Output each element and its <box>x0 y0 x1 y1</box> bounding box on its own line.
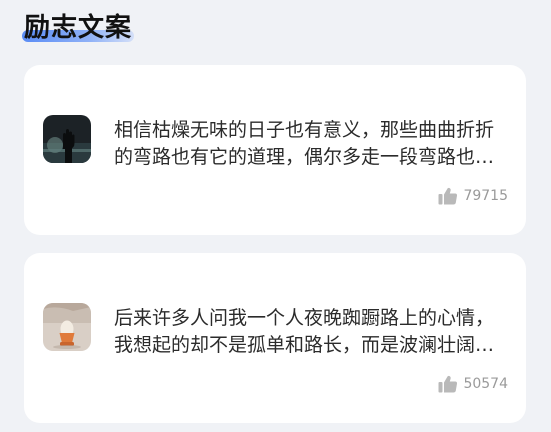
egg-cup-photo-icon <box>43 303 91 351</box>
thumbs-up-icon <box>438 375 458 393</box>
quote-card[interactable]: 相信枯燥无味的日子也有意义，那些曲曲折折的弯路也有它的道理，偶尔多走一段弯路也没… <box>24 65 526 235</box>
quote-text: 后来许多人问我一个人夜晚踟蹰路上的心情，我想起的却不是孤单和路长，而是波澜壮阔的… <box>114 307 495 356</box>
quote-card[interactable]: 后来许多人问我一个人夜晚踟蹰路上的心情，我想起的却不是孤单和路长，而是波澜壮阔的… <box>24 253 526 423</box>
card-thumbnail <box>43 303 91 351</box>
quote-text: 相信枯燥无味的日子也有意义，那些曲曲折折的弯路也有它的道理，偶尔多走一段弯路也没… <box>114 119 495 168</box>
like-count: 50574 <box>463 376 508 392</box>
like-button[interactable]: 50574 <box>438 375 508 393</box>
thumbs-up-icon <box>438 187 458 205</box>
card-thumbnail <box>43 115 91 163</box>
like-button[interactable]: 79715 <box>438 187 508 205</box>
like-count: 79715 <box>463 188 508 204</box>
section-title: 励志文案 <box>24 13 133 43</box>
concert-hand-photo-icon <box>43 115 91 163</box>
